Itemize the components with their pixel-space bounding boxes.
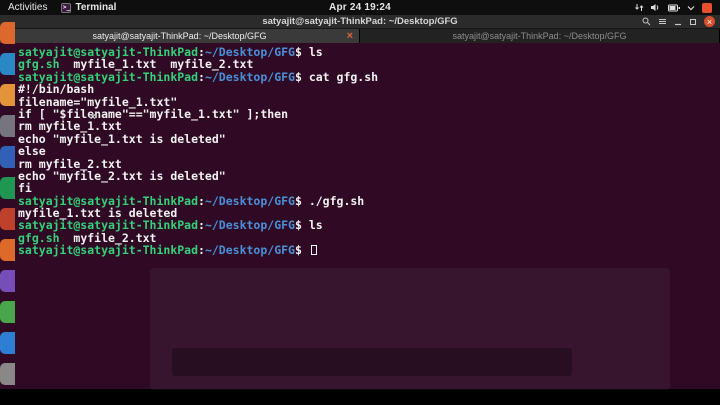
terminal-text: : (198, 218, 205, 233)
battery-icon (668, 4, 680, 11)
ubuntu-software-icon[interactable] (0, 239, 15, 261)
background-window-ghost (172, 348, 572, 376)
app-menu[interactable]: >_ Terminal (61, 2, 116, 13)
indicator-icon (702, 2, 712, 13)
mouse-cursor: × (90, 112, 96, 123)
titlebar[interactable]: satyajit@satyajit-ThinkPad: ~/Desktop/GF… (0, 15, 720, 29)
terminal-text: ./gfg.sh (308, 193, 365, 208)
terminal-text: : (198, 243, 205, 258)
thunderbird-icon[interactable] (0, 53, 15, 75)
app-menu-label: Terminal (75, 2, 117, 13)
terminal-text: ~/Desktop/GFG (204, 243, 295, 258)
system-tray[interactable] (635, 2, 712, 13)
chevron-down-icon (687, 5, 695, 10)
terminal-text: echo "myfile_1.txt is deleted" (18, 131, 226, 146)
minimize-icon[interactable] (674, 18, 682, 26)
window-title: satyajit@satyajit-ThinkPad: ~/Desktop/GF… (262, 16, 458, 27)
window-controls: × (642, 16, 720, 27)
top-bar: Activities >_ Terminal Apr 24 19:24 (0, 0, 720, 15)
tab-label: satyajit@satyajit-ThinkPad: ~/Desktop/GF… (452, 31, 627, 41)
terminal-line: satyajit@satyajit-ThinkPad:~/Desktop/GFG… (18, 244, 716, 256)
terminal-text: ~/Desktop/GFG (204, 218, 295, 233)
files-icon[interactable] (0, 84, 15, 106)
terminal-line: satyajit@satyajit-ThinkPad:~/Desktop/GFG… (18, 71, 716, 83)
terminal-text: $ (294, 45, 309, 59)
terminal-line: else (18, 145, 716, 157)
tab-label: satyajit@satyajit-ThinkPad: ~/Desktop/GF… (92, 31, 267, 41)
search-icon[interactable] (642, 17, 651, 26)
terminal-text: ls (308, 218, 323, 233)
clock[interactable]: Apr 24 19:24 (329, 2, 391, 13)
volume-icon (651, 4, 659, 11)
menu-icon[interactable] (658, 17, 667, 26)
terminal-text: ~/Desktop/GFG (204, 69, 295, 84)
app-blue-icon[interactable] (0, 332, 15, 354)
close-icon[interactable]: × (704, 16, 715, 27)
rhythmbox-icon[interactable] (0, 115, 15, 137)
terminal-text: echo "myfile_2.txt is deleted" (18, 168, 226, 183)
tab-close-icon[interactable]: × (347, 30, 353, 42)
libreoffice-calc-icon[interactable] (0, 177, 15, 199)
app-green-icon[interactable] (0, 301, 15, 323)
network-icon (635, 4, 644, 11)
dock (0, 22, 15, 385)
terminal-text: ls (308, 45, 323, 59)
terminal-text: satyajit@satyajit-ThinkPad (18, 243, 199, 258)
activities-button[interactable]: Activities (8, 2, 47, 13)
terminal-text: ~/Desktop/GFG (204, 193, 295, 208)
terminal-line: echo "myfile_2.txt is deleted" (18, 170, 716, 182)
terminal-text: : (198, 193, 205, 208)
terminal-app-icon: >_ (61, 2, 72, 13)
terminal-cursor (310, 245, 317, 256)
tab-bar: satyajit@satyajit-ThinkPad: ~/Desktop/GF… (0, 29, 720, 43)
terminal-output[interactable]: satyajit@satyajit-ThinkPad:~/Desktop/GFG… (0, 43, 720, 390)
firefox-icon[interactable] (0, 22, 15, 44)
terminal-text: : (198, 69, 205, 84)
help-icon[interactable] (0, 270, 15, 292)
terminal-text: $ (294, 218, 309, 233)
terminal-line: echo "myfile_1.txt is deleted" (18, 133, 716, 145)
terminal-line: if [ "$filename"=="myfile_1.txt" ];then (18, 108, 716, 120)
terminal-tab[interactable]: satyajit@satyajit-ThinkPad: ~/Desktop/GF… (0, 29, 360, 43)
trash-icon[interactable] (0, 363, 15, 385)
desktop: Activities >_ Terminal Apr 24 19:24 saty… (0, 0, 720, 405)
libreoffice-writer-icon[interactable] (0, 146, 15, 168)
terminal-text: $ (294, 193, 309, 208)
terminal-text: cat gfg.sh (308, 69, 379, 84)
libreoffice-impress-icon[interactable] (0, 208, 15, 230)
maximize-icon[interactable] (689, 18, 697, 26)
terminal-window: satyajit@satyajit-ThinkPad: ~/Desktop/GF… (0, 15, 720, 390)
terminal-text: $ (294, 69, 309, 84)
terminal-text: $ (294, 243, 309, 258)
terminal-tab[interactable]: satyajit@satyajit-ThinkPad: ~/Desktop/GF… (360, 29, 720, 43)
